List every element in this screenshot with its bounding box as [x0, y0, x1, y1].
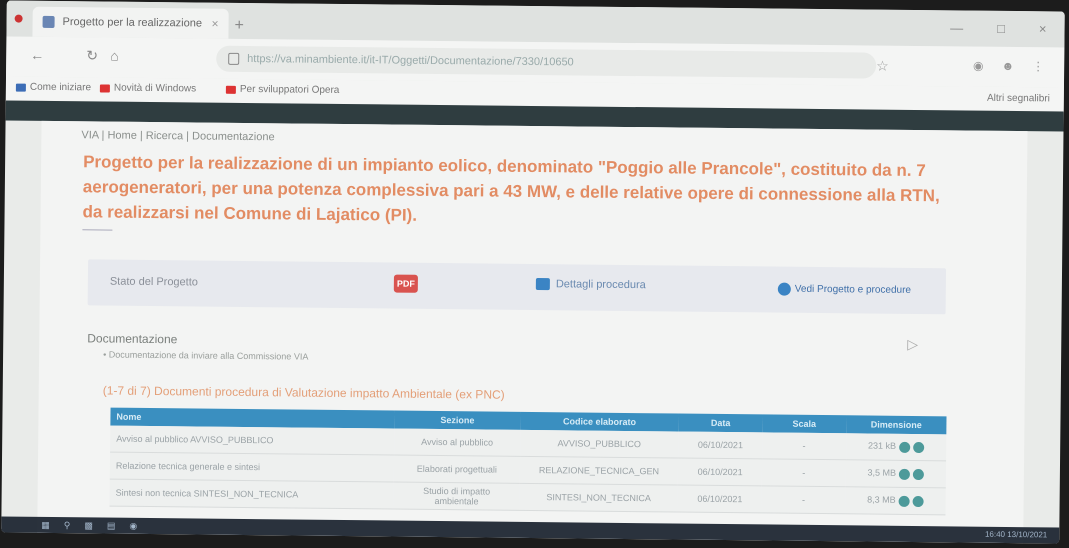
cell-code: RELAZIONE_TECNICA_GEN — [519, 456, 679, 486]
bookmark-star-icon[interactable]: ☆ — [876, 58, 889, 75]
page-content: VIA | Home | Ricerca | Documentazione Pr… — [37, 120, 1028, 544]
cell-code: AVVISO_PUBBLICO — [519, 429, 679, 459]
opera-logo-icon — [14, 14, 23, 23]
cell-scale: - — [761, 485, 846, 514]
download-icon[interactable] — [912, 468, 925, 480]
pdf-icon[interactable]: PDF — [393, 274, 418, 293]
window-controls: — □ × — [950, 20, 1047, 36]
lock-icon — [228, 52, 240, 65]
view-icon[interactable] — [898, 468, 911, 480]
search-icon[interactable]: ⚲ — [64, 520, 71, 531]
profile-icon[interactable]: ☻ — [1001, 59, 1014, 73]
col-header-date[interactable]: Data — [678, 413, 763, 433]
bookmark-favicon-icon — [225, 85, 236, 94]
reload-icon[interactable]: ↻ — [86, 47, 98, 64]
extension-icon[interactable]: ◉ — [973, 59, 984, 73]
monitor-screen: Progetto per la realizzazione d... × + —… — [1, 0, 1065, 544]
new-tab-button[interactable]: + — [234, 17, 244, 35]
info-icon — [777, 282, 791, 296]
download-icon[interactable] — [912, 441, 925, 453]
mouse-pointer-icon: ▷ — [907, 335, 919, 353]
other-bookmarks[interactable]: Altri segnalibri — [987, 93, 1050, 105]
home-icon[interactable]: ⌂ — [110, 48, 119, 64]
project-status-label: Stato del Progetto — [109, 275, 198, 289]
extensions-area: ◉ ☻ ⋮ — [973, 59, 1044, 74]
maximize-icon[interactable]: □ — [997, 21, 1005, 36]
calendar-icon — [535, 278, 550, 291]
download-icon[interactable] — [912, 495, 924, 507]
divider — [82, 229, 113, 231]
cell-code: SINTESI_NON_TECNICA — [519, 483, 679, 513]
cell-section: Avviso al pubblico — [394, 428, 520, 457]
address-text: https://va.minambiente.it/it-IT/Oggetti/… — [247, 52, 574, 69]
cell-section: Studio di impatto ambientale — [393, 482, 520, 511]
browser-tab[interactable]: Progetto per la realizzazione d... × — [32, 6, 229, 39]
minimize-icon[interactable]: — — [950, 20, 963, 35]
back-icon[interactable]: ← — [30, 47, 44, 63]
view-icon[interactable] — [898, 495, 910, 507]
close-tab-icon[interactable]: × — [211, 17, 218, 31]
section-bullet[interactable]: • Documentazione da inviare alla Commiss… — [103, 350, 308, 362]
cell-name: Relazione tecnica generale e sintesi — [109, 452, 395, 483]
cell-scale: - — [762, 432, 846, 460]
bookmark-item[interactable]: Novità di Windows — [99, 82, 196, 94]
col-header-code[interactable]: Codice elaborato — [519, 411, 679, 432]
col-header-scale[interactable]: Scala — [762, 414, 847, 434]
cell-name: Avviso al pubblico AVVISO_PUBBLICO — [110, 425, 395, 456]
bookmark-item[interactable]: Per sviluppatori Opera — [225, 84, 339, 96]
cell-date: 06/10/2021 — [677, 485, 762, 513]
taskbar-apps: ▦ ⚲ ▩ ▤ ◉ — [41, 520, 137, 532]
bookmark-item[interactable]: Come iniziare — [15, 82, 91, 93]
cell-size: 8,3 MB — [845, 486, 946, 515]
cell-section: Elaborati progettuali — [394, 455, 520, 484]
col-header-size[interactable]: Dimensione — [845, 415, 947, 435]
folder-icon[interactable]: ▤ — [107, 521, 116, 532]
tab-title: Progetto per la realizzazione d... — [62, 16, 204, 30]
bookmark-favicon-icon — [15, 83, 26, 92]
address-bar[interactable]: https://va.minambiente.it/it-IT/Oggetti/… — [216, 45, 877, 79]
documents-heading: (1-7 di 7) Documenti procedura di Valuta… — [102, 383, 505, 402]
cell-date: 06/10/2021 — [678, 458, 763, 486]
section-heading: Documentazione — [87, 331, 178, 347]
cell-size: 231 kB — [845, 433, 947, 461]
page-title: Progetto per la realizzazione di un impi… — [82, 152, 940, 225]
breadcrumb[interactable]: VIA | Home | Ricerca | Documentazione — [81, 129, 274, 143]
browser-icon[interactable]: ◉ — [129, 521, 137, 532]
project-info-box: Stato del Progetto PDF Dettagli procedur… — [87, 259, 947, 315]
menu-icon[interactable]: ⋮ — [1032, 59, 1044, 73]
close-window-icon[interactable]: × — [1039, 21, 1047, 36]
documents-table: Nome Sezione Codice elaborato Data Scala… — [109, 407, 947, 516]
site-favicon-icon — [42, 15, 55, 28]
view-project-link[interactable]: Vedi Progetto e procedure — [777, 282, 911, 297]
task-view-icon[interactable]: ▩ — [84, 520, 93, 531]
start-icon[interactable]: ▦ — [41, 520, 50, 531]
cell-date: 06/10/2021 — [678, 431, 763, 459]
bookmark-favicon-icon — [99, 83, 110, 93]
view-icon[interactable] — [898, 441, 911, 453]
col-header-section[interactable]: Sezione — [394, 410, 521, 430]
procedure-details-link[interactable]: Dettagli procedura — [535, 278, 646, 291]
taskbar-clock: 16:40 13/10/2021 — [984, 529, 1048, 540]
cell-size: 3,5 MB — [845, 459, 947, 488]
cell-name: Sintesi non tecnica SINTESI_NON_TECNICA — [109, 479, 395, 510]
cell-scale: - — [761, 458, 846, 487]
